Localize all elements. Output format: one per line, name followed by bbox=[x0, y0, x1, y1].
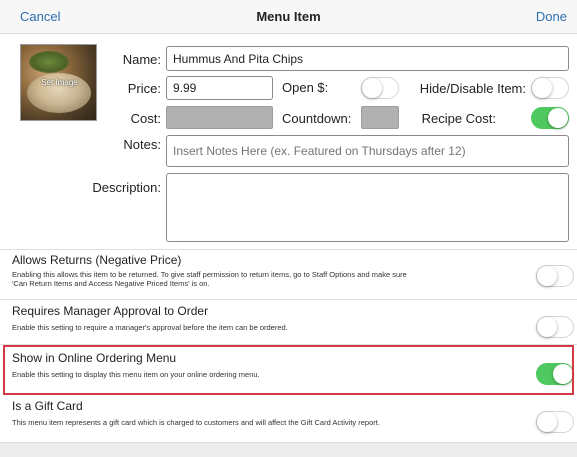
page-title: Menu Item bbox=[256, 9, 321, 24]
done-button[interactable]: Done bbox=[536, 9, 567, 24]
manager-approval-toggle[interactable] bbox=[536, 316, 574, 338]
item-image[interactable]: Set Image bbox=[20, 44, 97, 121]
image-food-detail bbox=[29, 51, 69, 73]
price-label: Price: bbox=[127, 81, 161, 96]
countdown-field bbox=[361, 106, 399, 129]
price-input[interactable] bbox=[166, 76, 273, 100]
notes-input[interactable] bbox=[166, 135, 569, 167]
gift-card-title: Is a Gift Card bbox=[12, 399, 83, 413]
cost-label: Cost: bbox=[130, 111, 161, 126]
toggle-knob bbox=[532, 78, 552, 98]
toggle-knob bbox=[548, 108, 568, 128]
highlight-outline bbox=[3, 345, 574, 395]
recipe-cost-label: Recipe Cost: bbox=[421, 111, 496, 126]
allows-returns-description: Enabling this allows this item to be ret… bbox=[12, 270, 522, 288]
open-price-label: Open $: bbox=[282, 80, 329, 95]
toggle-knob bbox=[362, 78, 382, 98]
toggle-knob bbox=[537, 412, 557, 432]
notes-label: Notes: bbox=[123, 137, 161, 152]
allows-returns-description-line2: 'Can Return Items and Access Negative Pr… bbox=[12, 279, 210, 288]
bottom-bar bbox=[0, 442, 577, 457]
navigation-bar: Cancel Menu Item Done bbox=[0, 0, 577, 34]
recipe-cost-toggle[interactable] bbox=[531, 107, 569, 129]
hide-disable-label: Hide/Disable Item: bbox=[419, 81, 526, 96]
gift-card-description: This menu item represents a gift card wh… bbox=[12, 418, 380, 427]
set-image-label: Set Image bbox=[41, 78, 78, 87]
countdown-label: Countdown: bbox=[282, 111, 352, 126]
name-label: Name: bbox=[122, 52, 161, 67]
name-input[interactable] bbox=[166, 46, 569, 71]
setting-divider bbox=[0, 299, 577, 300]
toggle-knob bbox=[537, 266, 557, 286]
allows-returns-toggle[interactable] bbox=[536, 265, 574, 287]
open-price-toggle[interactable] bbox=[361, 77, 399, 99]
manager-approval-description: Enable this setting to require a manager… bbox=[12, 323, 288, 332]
description-input[interactable] bbox=[166, 173, 569, 242]
section-divider bbox=[0, 249, 577, 250]
allows-returns-description-line1: Enabling this allows this item to be ret… bbox=[12, 270, 407, 279]
cost-field bbox=[166, 106, 273, 129]
allows-returns-title: Allows Returns (Negative Price) bbox=[12, 253, 182, 267]
description-label: Description: bbox=[92, 180, 161, 195]
manager-approval-title: Requires Manager Approval to Order bbox=[12, 304, 209, 318]
toggle-knob bbox=[537, 317, 557, 337]
gift-card-toggle[interactable] bbox=[536, 411, 574, 433]
hide-disable-toggle[interactable] bbox=[531, 77, 569, 99]
